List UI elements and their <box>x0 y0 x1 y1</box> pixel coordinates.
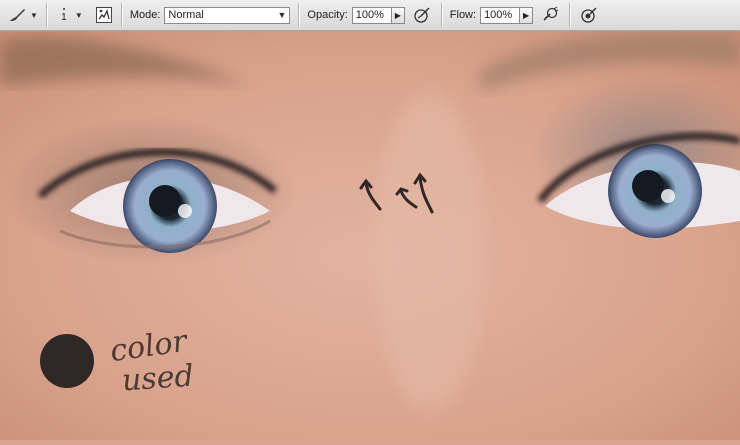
brush-tool-icon[interactable] <box>6 4 28 26</box>
separator <box>440 3 442 27</box>
annotation-used-text: used <box>120 358 195 399</box>
mode-label: Mode: <box>129 9 161 21</box>
airbrush-icon[interactable] <box>539 4 561 26</box>
play-arrow-icon: ▶ <box>394 10 401 20</box>
brush-dot-icon <box>62 7 65 10</box>
chevron-down-icon[interactable]: ▼ <box>75 11 83 20</box>
chevron-down-icon[interactable]: ▼ <box>30 11 38 20</box>
pressure-size-icon[interactable] <box>578 4 600 26</box>
canvas-image <box>0 31 740 440</box>
toggle-brush-panel-icon[interactable] <box>93 4 115 26</box>
options-bar: ▼ 1 ▼ Mode: Normal ▼ Opacity: 100% ▶ Flo… <box>0 0 740 31</box>
tool-preset-picker[interactable]: ▼ <box>0 0 44 30</box>
pressure-opacity-icon[interactable] <box>411 4 433 26</box>
mode-select[interactable]: Normal ▼ <box>164 6 291 24</box>
brush-size-value: 1 <box>61 11 67 23</box>
opacity-slider-toggle[interactable]: ▶ <box>391 6 405 24</box>
separator <box>298 3 300 27</box>
flow-label: Flow: <box>449 9 477 21</box>
opacity-label: Opacity: <box>307 9 348 21</box>
color-swatch-dot <box>40 334 94 388</box>
flow-slider-toggle[interactable]: ▶ <box>520 6 534 24</box>
flow-input[interactable]: 100% <box>480 6 521 24</box>
play-arrow-icon: ▶ <box>522 10 530 20</box>
chevron-down-icon: ▼ <box>277 10 287 20</box>
mode-value: Normal <box>168 9 204 21</box>
brush-picker[interactable]: 1 ▼ <box>49 0 89 30</box>
separator <box>120 3 122 27</box>
opacity-input[interactable]: 100% <box>351 6 392 24</box>
brush-size-preview[interactable]: 1 <box>55 7 73 23</box>
separator <box>569 3 571 27</box>
separator <box>45 3 47 27</box>
document-canvas[interactable]: color used <box>0 31 740 440</box>
